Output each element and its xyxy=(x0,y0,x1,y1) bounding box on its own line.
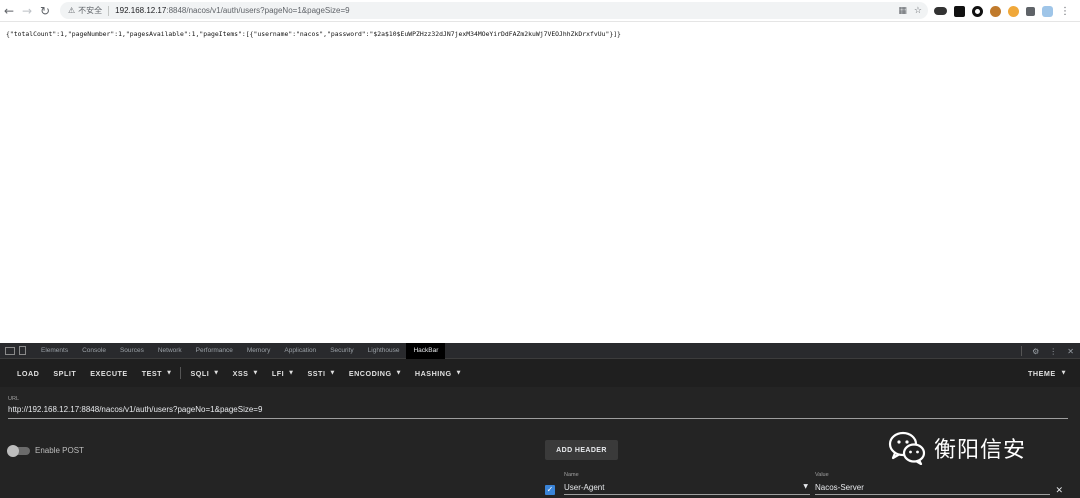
caret-down-icon: ▼ xyxy=(253,370,258,376)
caret-down-icon: ▼ xyxy=(1061,370,1066,376)
ssti-label: SSTI xyxy=(307,368,326,378)
more-menu-icon[interactable]: ⋮ xyxy=(1060,6,1070,17)
url-field: URL http://192.168.12.17:8848/nacos/v1/a… xyxy=(8,396,1068,419)
tab-sources[interactable]: Sources xyxy=(113,343,151,359)
toggle-switch[interactable] xyxy=(7,444,30,457)
back-arrow-icon[interactable]: ← xyxy=(0,0,18,22)
tab-security[interactable]: Security xyxy=(323,343,360,359)
url-path: :8848/nacos/v1/auth/users?pageNo=1&pageS… xyxy=(166,6,350,15)
avatar[interactable] xyxy=(1042,5,1053,17)
lfi-menu[interactable]: LFI ▼ xyxy=(265,369,301,378)
theme-label: THEME xyxy=(1027,368,1056,378)
header-row: ✓ Name User-Agent ▼ Value Nacos-Server ✕ xyxy=(545,472,1070,498)
close-icon[interactable]: ✕ xyxy=(1067,347,1074,356)
split-button[interactable]: SPLIT xyxy=(46,369,83,378)
url-label: URL xyxy=(8,396,20,402)
devtools-tab-bar: Elements Console Sources Network Perform… xyxy=(0,342,1080,359)
separator xyxy=(108,5,110,16)
wechat-watermark: 衡阳信安 xyxy=(888,428,1026,468)
device-toolbar-icon[interactable] xyxy=(19,346,26,355)
divider xyxy=(1021,346,1023,356)
load-button[interactable]: LOAD xyxy=(10,369,46,378)
caret-down-icon: ▼ xyxy=(396,370,401,376)
caret-down-icon: ▼ xyxy=(456,370,461,376)
test-menu[interactable]: TEST ▼ xyxy=(135,369,179,378)
encoding-label: ENCODING xyxy=(348,368,392,378)
hackbar-menu: LOAD SPLIT EXECUTE TEST ▼ SQLI ▼ XSS ▼ LFI ▼… xyxy=(0,359,1080,387)
caret-down-icon: ▼ xyxy=(167,370,172,376)
header-name-label: Name xyxy=(564,472,579,478)
header-name-field: Name User-Agent ▼ xyxy=(564,472,810,495)
toggle-knob xyxy=(7,444,19,457)
tab-network[interactable]: Network xyxy=(151,343,189,359)
lfi-label: LFI xyxy=(271,368,285,378)
split-label: SPLIT xyxy=(53,368,77,378)
caret-down-icon: ▼ xyxy=(330,370,335,376)
security-label: 不安全 xyxy=(78,6,103,15)
tab-lighthouse[interactable]: Lighthouse xyxy=(361,343,407,359)
address-bar-actions: ▦ ☆ xyxy=(898,2,922,19)
execute-button[interactable]: EXECUTE xyxy=(83,369,134,378)
remove-header-icon[interactable]: ✕ xyxy=(1055,486,1063,496)
tab-elements[interactable]: Elements xyxy=(34,343,75,359)
caret-down-icon: ▼ xyxy=(214,370,219,376)
tab-performance[interactable]: Performance xyxy=(189,343,240,359)
xss-menu[interactable]: XSS ▼ xyxy=(226,369,265,378)
url-input[interactable]: http://192.168.12.17:8848/nacos/v1/auth/… xyxy=(8,405,1068,419)
theme-menu[interactable]: THEME ▼ xyxy=(1028,359,1066,387)
tab-console[interactable]: Console xyxy=(75,343,113,359)
warning-icon: ⚠ xyxy=(68,6,76,15)
tab-hackbar[interactable]: HackBar xyxy=(406,342,446,359)
test-label: TEST xyxy=(141,368,163,378)
enable-post-toggle[interactable]: Enable POST xyxy=(7,444,84,457)
xss-label: XSS xyxy=(232,368,249,378)
add-header-button[interactable]: ADD HEADER xyxy=(545,440,618,460)
inspect-element-icon[interactable] xyxy=(5,346,15,355)
enable-post-label: Enable POST xyxy=(35,446,84,455)
puzzle-icon[interactable] xyxy=(1026,6,1035,16)
star-icon[interactable]: ☆ xyxy=(914,6,922,16)
ssti-menu[interactable]: SSTI ▼ xyxy=(300,369,341,378)
header-name-value: User-Agent xyxy=(564,483,605,492)
mask-extension-icon[interactable] xyxy=(934,7,947,15)
header-value-input[interactable]: Nacos-Server xyxy=(815,483,1050,495)
tab-application[interactable]: Application xyxy=(277,343,323,359)
translate-icon[interactable]: ▦ xyxy=(898,6,907,16)
menu-divider xyxy=(180,367,182,379)
wechat-logo-icon xyxy=(888,431,926,465)
load-label: LOAD xyxy=(17,368,40,378)
dark-extension-icon[interactable] xyxy=(954,5,965,17)
header-value-label: Value xyxy=(815,472,829,478)
ring-extension-icon[interactable] xyxy=(972,5,983,17)
emoji-extension-icon[interactable] xyxy=(1008,5,1019,17)
gear-icon[interactable]: ⚙ xyxy=(1032,347,1039,356)
url-host: 192.168.12.17 xyxy=(115,6,167,15)
caret-down-icon: ▼ xyxy=(289,370,294,376)
watermark-text: 衡阳信安 xyxy=(934,438,1027,463)
cookie-extension-icon[interactable] xyxy=(990,5,1001,17)
devtools-actions: ⚙ ⋮ ✕ xyxy=(1021,343,1074,359)
sqli-label: SQLI xyxy=(190,368,210,378)
tab-memory[interactable]: Memory xyxy=(240,343,277,359)
encoding-menu[interactable]: ENCODING ▼ xyxy=(342,369,408,378)
reload-icon[interactable]: ↻ xyxy=(36,0,54,22)
forward-arrow-icon[interactable]: → xyxy=(18,0,36,22)
kebab-menu-icon[interactable]: ⋮ xyxy=(1049,347,1057,356)
header-name-input[interactable]: User-Agent ▼ xyxy=(564,483,810,495)
address-bar[interactable]: ⚠ 不安全 192.168.12.17:8848/nacos/v1/auth/u… xyxy=(60,2,928,19)
devtools-panel: Elements Console Sources Network Perform… xyxy=(0,342,1080,498)
json-response: {"totalCount":1,"pageNumber":1,"pagesAva… xyxy=(6,30,621,38)
sqli-menu[interactable]: SQLI ▼ xyxy=(183,369,225,378)
hashing-label: HASHING xyxy=(414,368,452,378)
header-enabled-checkbox[interactable]: ✓ xyxy=(545,485,555,495)
dropdown-arrow-icon[interactable]: ▼ xyxy=(803,483,808,490)
execute-label: EXECUTE xyxy=(90,368,128,378)
hashing-menu[interactable]: HASHING ▼ xyxy=(408,369,468,378)
browser-toolbar: ← → ↻ ⚠ 不安全 192.168.12.17:8848/nacos/v1/… xyxy=(0,0,1080,22)
header-value-field: Value Nacos-Server xyxy=(815,472,1050,495)
extension-icons: ⋮ xyxy=(934,3,1070,19)
